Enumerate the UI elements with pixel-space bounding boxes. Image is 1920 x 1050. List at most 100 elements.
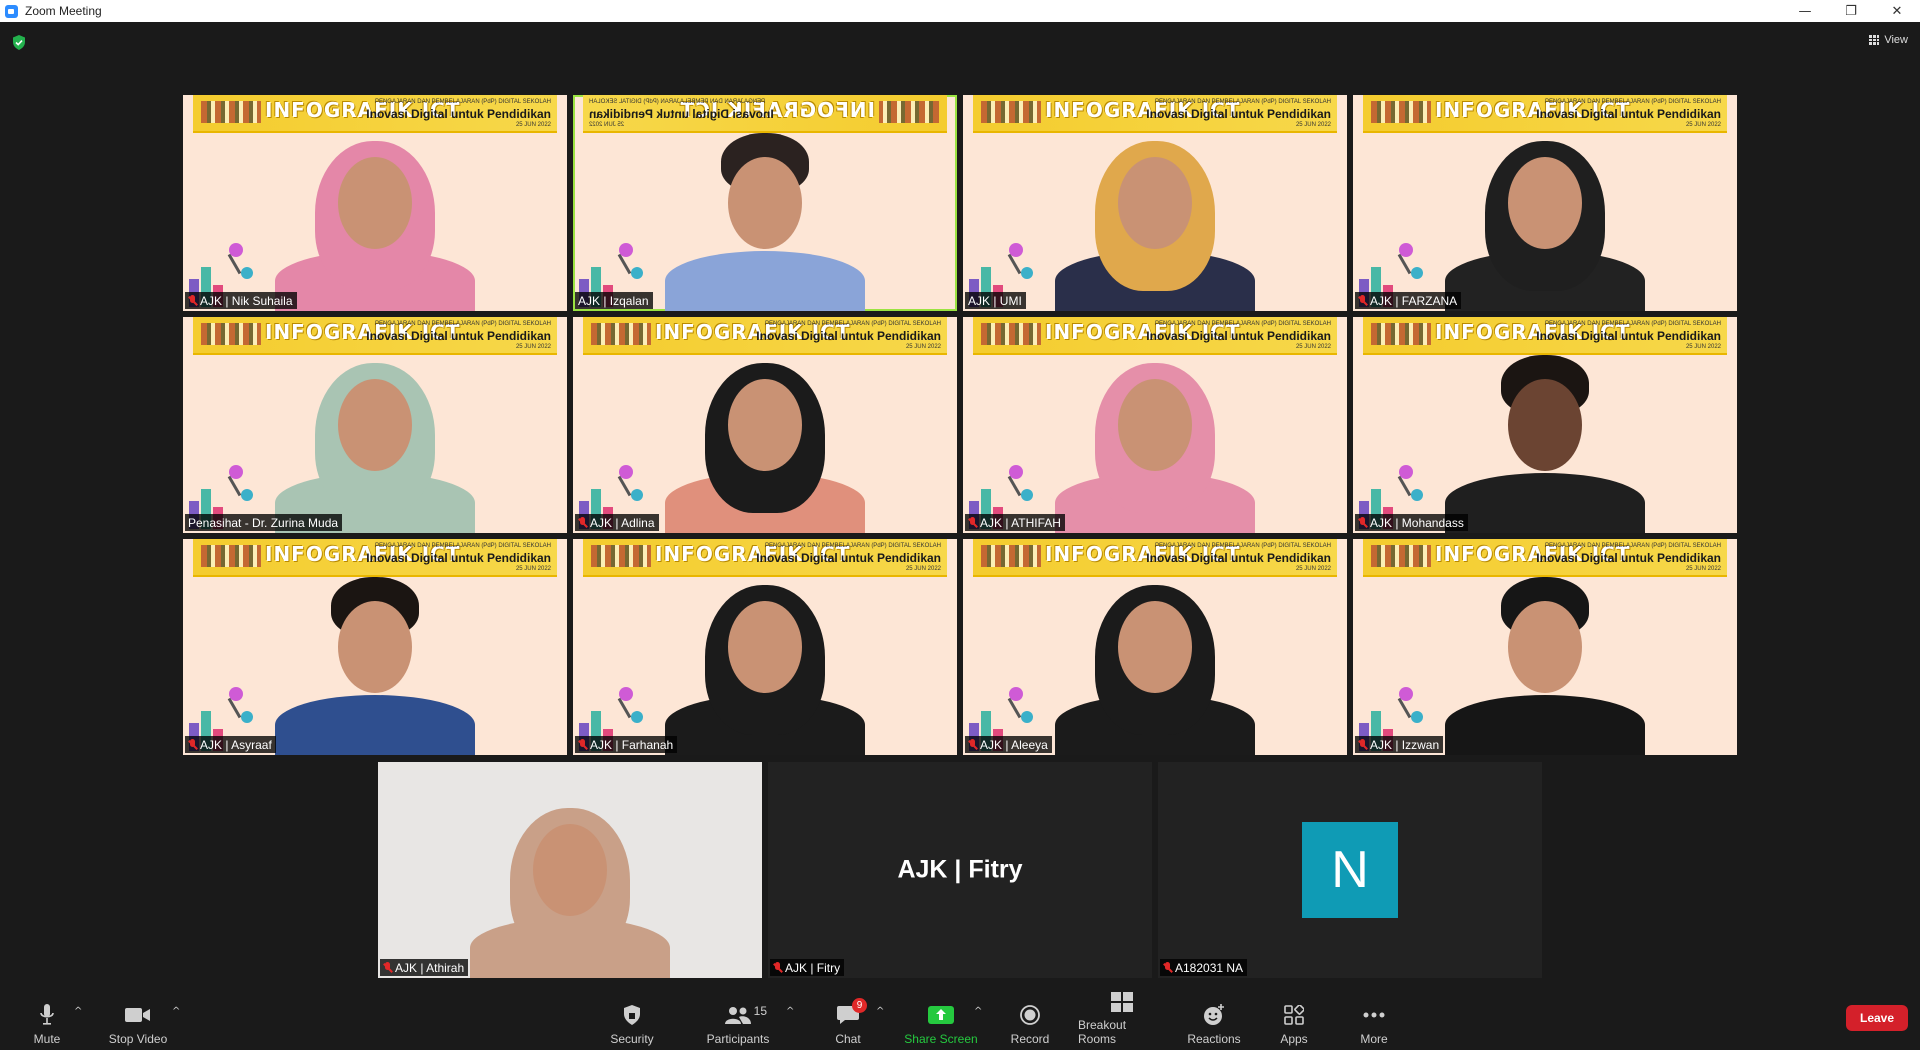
participant-video: [1435, 353, 1655, 533]
participants-options-caret[interactable]: ^: [786, 1006, 794, 1017]
chat-unread-badge: 9: [852, 998, 867, 1013]
muted-mic-icon: [968, 517, 977, 529]
muted-mic-icon: [1358, 295, 1367, 307]
participants-label: Participants: [706, 1032, 770, 1046]
video-options-caret[interactable]: ^: [172, 1006, 180, 1017]
breakout-rooms-button[interactable]: Breakout Rooms: [1078, 992, 1166, 1050]
minimize-button[interactable]: —: [1782, 0, 1828, 22]
mute-label: Mute: [33, 1032, 61, 1046]
banner-program: PENGAJARAN DAN PEMBELAJARAN (PdP) DIGITA…: [1544, 321, 1721, 327]
stop-video-button[interactable]: Stop Video: [106, 992, 170, 1050]
banner-subtitle: Inovasi Digital untuk Pendidikan: [1146, 329, 1331, 343]
participant-name-tag: A182031 NA: [1160, 959, 1248, 976]
sponsor-logos: [981, 323, 1041, 345]
video-tile[interactable]: INFOGRAFIK ICT PENGAJARAN DAN PEMBELAJARA…: [183, 317, 567, 533]
chat-bubble-icon: 9: [835, 998, 867, 1026]
banner-program: PENGAJARAN DAN PEMBELAJARAN (PdP) DIGITA…: [1544, 543, 1721, 549]
video-tile[interactable]: INFOGRAFIK ICT PENGAJARAN DAN PEMBELAJARA…: [1353, 95, 1737, 311]
muted-mic-icon: [578, 517, 587, 529]
banner-subtitle: Inovasi Digital untuk Pendidikan: [366, 551, 551, 565]
banner-program: PENGAJARAN DAN PEMBELAJARAN (PdP) DIGITA…: [1154, 321, 1331, 327]
banner-date: 25 JUN 2022: [589, 122, 625, 128]
chat-button[interactable]: 9 Chat: [832, 992, 867, 1050]
reactions-button[interactable]: Reactions: [1187, 992, 1241, 1050]
participant-name: AJK | UMI: [968, 294, 1022, 308]
more-button[interactable]: More: [1358, 992, 1390, 1050]
video-tile[interactable]: AJK | Athirah: [378, 762, 762, 978]
chat-options-caret[interactable]: ^: [876, 1006, 884, 1017]
participant-name: AJK | Aleeya: [980, 738, 1048, 752]
infografik-banner: INFOGRAFIK ICT PENGAJARAN DAN PEMBELAJARA…: [973, 539, 1337, 577]
meeting-toolbar: Mute ^ Stop Video ^ Security 15 Particip…: [0, 992, 1920, 1050]
video-tile[interactable]: INFOGRAFIK ICT PENGAJARAN DAN PEMBELAJARA…: [573, 95, 957, 311]
participant-name-tag: AJK | Mohandass: [1355, 514, 1468, 531]
infografik-banner: INFOGRAFIK ICT PENGAJARAN DAN PEMBELAJARA…: [973, 317, 1337, 355]
sponsor-logos: [201, 323, 261, 345]
close-window-button[interactable]: ✕: [1874, 0, 1920, 22]
participant-name-tag: AJK | ATHIFAH: [965, 514, 1065, 531]
participant-name-tag: AJK | Farhanah: [575, 736, 678, 753]
participant-name-tag: AJK | Izqalan: [575, 292, 653, 309]
mute-button[interactable]: Mute: [26, 992, 68, 1050]
sponsor-logos: [981, 101, 1041, 123]
participant-name: Penasihat - Dr. Zurina Muda: [188, 516, 339, 530]
participant-name: AJK | Nik Suhaila: [200, 294, 293, 308]
infografik-banner: INFOGRAFIK ICT PENGAJARAN DAN PEMBELAJARA…: [973, 95, 1337, 133]
share-options-caret[interactable]: ^: [974, 1006, 982, 1017]
apps-button[interactable]: Apps: [1278, 992, 1310, 1050]
grid-view-icon: [1869, 35, 1880, 45]
participant-name: AJK | Farhanah: [590, 738, 674, 752]
share-screen-button[interactable]: Share Screen: [904, 992, 978, 1050]
view-button[interactable]: View: [1869, 34, 1908, 46]
infografik-banner: INFOGRAFIK ICT PENGAJARAN DAN PEMBELAJARA…: [583, 95, 947, 133]
banner-subtitle: Inovasi Digital untuk Pendidikan: [756, 329, 941, 343]
participant-name: AJK | Asyraaf: [200, 738, 272, 752]
record-button[interactable]: Record: [1008, 992, 1052, 1050]
window-titlebar: Zoom Meeting — ❐ ✕: [0, 0, 1920, 22]
participant-name: AJK | Adlina: [590, 516, 655, 530]
video-tile[interactable]: INFOGRAFIK ICT PENGAJARAN DAN PEMBELAJARA…: [183, 539, 567, 755]
banner-program: PENGAJARAN DAN PEMBELAJARAN (PdP) DIGITA…: [1154, 543, 1331, 549]
banner-date: 25 JUN 2022: [905, 344, 941, 350]
microphone-icon: [34, 1004, 60, 1026]
participant-name-tag: AJK | Nik Suhaila: [185, 292, 297, 309]
video-tile[interactable]: INFOGRAFIK ICT PENGAJARAN DAN PEMBELAJARA…: [573, 317, 957, 533]
banner-subtitle: Inovasi Digital untuk Pendidikan: [1536, 107, 1721, 121]
more-dots-icon: [1361, 1004, 1387, 1026]
banner-program: PENGAJARAN DAN PEMBELAJARAN (PdP) DIGITA…: [764, 321, 941, 327]
reactions-label: Reactions: [1187, 1032, 1241, 1046]
infografik-banner: INFOGRAFIK ICT PENGAJARAN DAN PEMBELAJARA…: [193, 95, 557, 133]
muted-mic-icon: [968, 739, 977, 751]
restore-button[interactable]: ❐: [1828, 0, 1874, 22]
banner-program: PENGAJARAN DAN PEMBELAJARAN (PdP) DIGITA…: [589, 99, 766, 105]
participant-video: [1435, 575, 1655, 755]
video-tile[interactable]: INFOGRAFIK ICT PENGAJARAN DAN PEMBELAJARA…: [183, 95, 567, 311]
participant-name: AJK | ATHIFAH: [980, 516, 1061, 530]
audio-options-caret[interactable]: ^: [74, 1006, 82, 1017]
video-tile[interactable]: INFOGRAFIK ICT PENGAJARAN DAN PEMBELAJARA…: [573, 539, 957, 755]
stop-video-label: Stop Video: [108, 1032, 168, 1046]
participant-name: AJK | FARZANA: [1370, 294, 1458, 308]
security-label: Security: [610, 1032, 654, 1046]
video-tile[interactable]: INFOGRAFIK ICT PENGAJARAN DAN PEMBELAJARA…: [963, 95, 1347, 311]
video-tile[interactable]: INFOGRAFIK ICT PENGAJARAN DAN PEMBELAJARA…: [963, 539, 1347, 755]
video-tile[interactable]: INFOGRAFIK ICT PENGAJARAN DAN PEMBELAJARA…: [1353, 539, 1737, 755]
participant-video: [265, 353, 485, 533]
participant-name-tag: AJK | UMI: [965, 292, 1026, 309]
muted-mic-icon: [188, 295, 197, 307]
sponsor-logos: [201, 101, 261, 123]
infografik-banner: INFOGRAFIK ICT PENGAJARAN DAN PEMBELAJARA…: [583, 317, 947, 355]
infografik-banner: INFOGRAFIK ICT PENGAJARAN DAN PEMBELAJARA…: [1363, 539, 1727, 577]
banner-date: 25 JUN 2022: [1685, 122, 1721, 128]
participant-name: A182031 NA: [1175, 961, 1244, 975]
leave-button[interactable]: Leave: [1846, 1005, 1908, 1031]
participants-button[interactable]: 15 Participants: [706, 992, 770, 1050]
participant-video: [265, 131, 485, 311]
video-tile[interactable]: INFOGRAFIK ICT PENGAJARAN DAN PEMBELAJARA…: [1353, 317, 1737, 533]
video-tile[interactable]: N A182031 NA: [1158, 762, 1542, 978]
participant-video: [655, 353, 875, 533]
encryption-shield-icon[interactable]: [12, 35, 26, 50]
security-button[interactable]: Security: [608, 992, 656, 1050]
video-tile[interactable]: INFOGRAFIK ICT PENGAJARAN DAN PEMBELAJARA…: [963, 317, 1347, 533]
video-tile[interactable]: AJK | Fitry AJK | Fitry: [768, 762, 1152, 978]
